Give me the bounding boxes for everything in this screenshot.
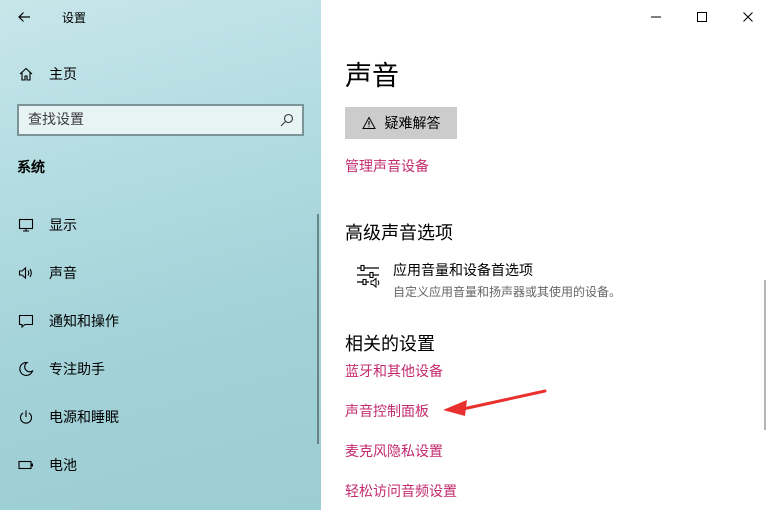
sidebar-item-display[interactable]: 显示 [0, 201, 321, 249]
home-icon [19, 67, 33, 81]
sidebar-item-label: 通知和操作 [49, 314, 119, 330]
sidebar-item-battery[interactable]: 电池 [0, 441, 321, 489]
app-title: 设置 [62, 10, 87, 25]
sidebar-item-notifications[interactable]: 通知和操作 [0, 297, 321, 345]
main-scrollbar[interactable] [764, 280, 766, 430]
moon-icon [19, 361, 34, 377]
close-button[interactable] [725, 0, 771, 34]
monitor-icon [18, 218, 34, 232]
window-controls [633, 0, 771, 34]
troubleshoot-label: 疑难解答 [384, 116, 441, 132]
sidebar: 设置 主页 系统 显示 声音 [0, 0, 321, 510]
nav-home[interactable]: 主页 [0, 58, 321, 90]
title-bar: 设置 [0, 0, 321, 34]
sidebar-scrollbar[interactable] [317, 214, 319, 444]
sidebar-item-label: 专注助手 [49, 362, 105, 378]
sidebar-item-focus-assist[interactable]: 专注助手 [0, 345, 321, 393]
battery-icon [18, 460, 33, 470]
close-icon [743, 12, 753, 22]
section-title: 系统 [17, 160, 45, 176]
sidebar-item-label: 声音 [49, 266, 77, 282]
troubleshoot-button[interactable]: 疑难解答 [345, 107, 457, 139]
sidebar-item-power[interactable]: 电源和睡眠 [0, 393, 321, 441]
power-icon [19, 410, 33, 424]
maximize-icon [697, 12, 707, 22]
warning-icon [361, 116, 376, 129]
ease-of-access-audio-link[interactable]: 轻松访问音频设置 [345, 481, 457, 501]
maximize-button[interactable] [679, 0, 725, 34]
back-arrow-icon [18, 12, 30, 22]
page-title: 声音 [345, 61, 399, 92]
speaker-icon [18, 266, 32, 280]
sidebar-item-label: 电源和睡眠 [49, 410, 119, 426]
manage-sound-devices-link[interactable]: 管理声音设备 [345, 156, 429, 176]
advanced-sound-heading: 高级声音选项 [345, 223, 453, 244]
sidebar-item-label: 电池 [49, 458, 77, 474]
app-volume-title: 应用音量和设备首选项 [393, 263, 533, 279]
app-volume-description: 自定义应用音量和扬声器或其使用的设备。 [393, 285, 622, 299]
back-button[interactable] [0, 0, 48, 34]
microphone-privacy-link[interactable]: 麦克风隐私设置 [345, 441, 443, 461]
minimize-icon [651, 16, 661, 18]
sound-control-panel-link[interactable]: 声音控制面板 [345, 401, 429, 421]
main-content: 声音 疑难解答 管理声音设备 高级声音选项 应用音量和设备首选项 自定义应用音量… [321, 0, 771, 510]
search-icon[interactable] [279, 112, 295, 128]
minimize-button[interactable] [633, 0, 679, 34]
sidebar-item-sound[interactable]: 声音 [0, 249, 321, 297]
related-settings-heading: 相关的设置 [345, 334, 435, 355]
home-label: 主页 [49, 67, 77, 83]
mixer-icon [357, 264, 380, 289]
app-volume-preferences[interactable]: 应用音量和设备首选项 自定义应用音量和扬声器或其使用的设备。 [355, 260, 621, 300]
search-input[interactable] [19, 106, 279, 134]
notification-icon [18, 314, 34, 329]
bluetooth-devices-link[interactable]: 蓝牙和其他设备 [345, 361, 443, 381]
sidebar-item-label: 显示 [49, 218, 77, 234]
search-box[interactable] [17, 104, 304, 136]
nav-list: 显示 声音 通知和操作 专注助手 电源和睡眠 电池 [0, 201, 321, 489]
